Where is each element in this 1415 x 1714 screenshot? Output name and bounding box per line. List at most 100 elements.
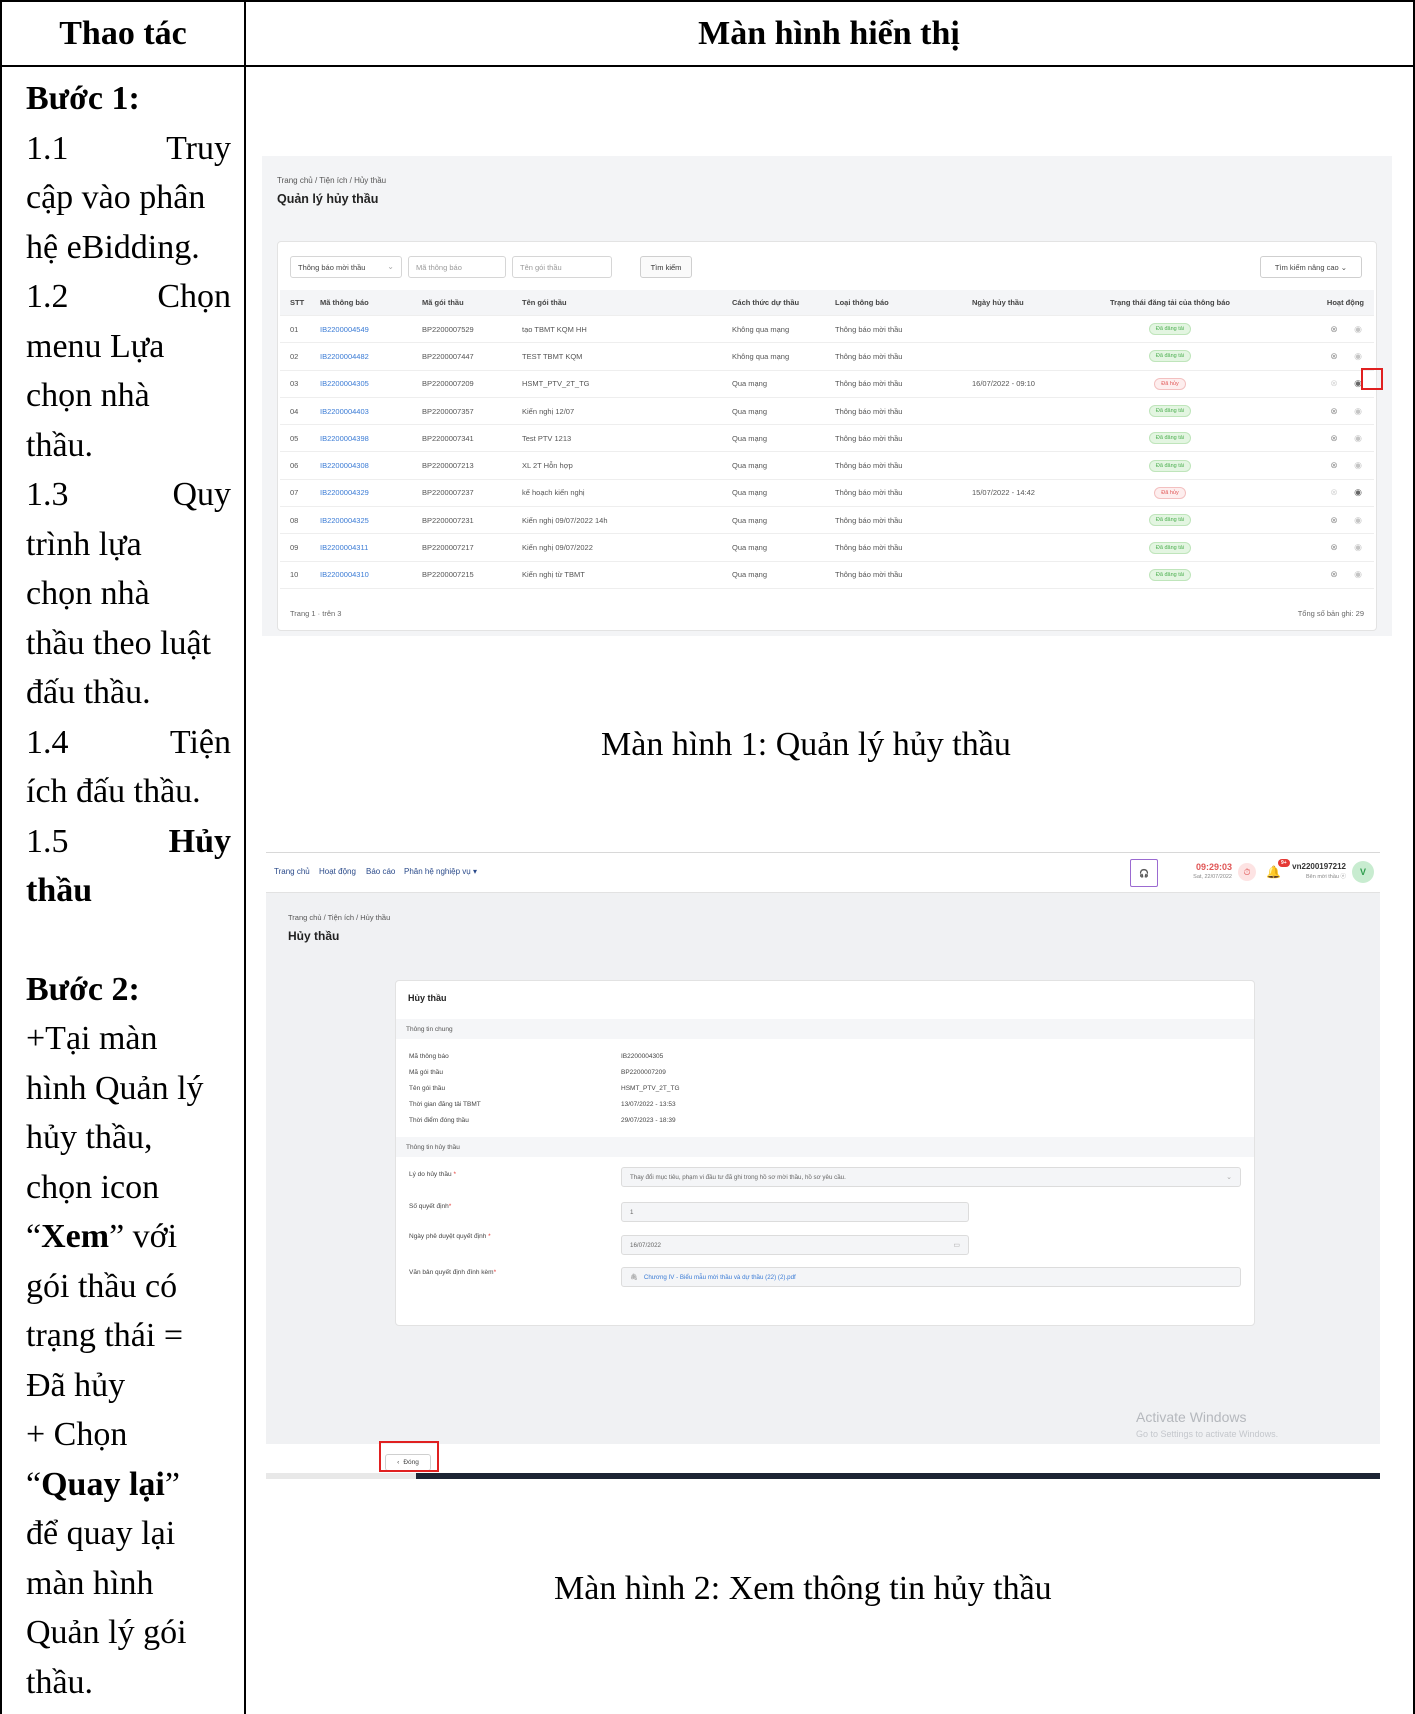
cell-ma-tb[interactable]: IB2200004305 <box>320 371 369 397</box>
cancel-detail-card: Hủy thầu Thông tin chung Mã thông báo IB… <box>395 980 1255 1326</box>
cell-stt: 03 <box>290 379 299 389</box>
view-eye-icon[interactable]: ◉ <box>1352 433 1364 444</box>
cell-ma-goi: BP2200007357 <box>422 406 474 416</box>
col-ten-goi-thau: Tên gói thầu <box>522 298 567 307</box>
nav-home[interactable]: Trang chủ <box>274 867 310 876</box>
cell-ten-goi: Kiến nghị 12/07 <box>522 406 575 416</box>
card-title: Hủy thầu <box>408 993 447 1003</box>
step1-3-text-2: chọn nhà <box>26 575 150 612</box>
view-eye-icon[interactable]: ◉ <box>1352 515 1364 526</box>
cell-cach-thuc: Qua mạng <box>732 379 768 389</box>
view-eye-icon[interactable]: ◉ <box>1352 351 1364 362</box>
section-general: Thông tin chung <box>396 1019 1254 1039</box>
notice-code-input[interactable]: Mã thông báo <box>408 256 506 278</box>
step2-text-6: gói thầu có <box>26 1267 178 1305</box>
step1-3-text: trình lựa <box>26 525 142 563</box>
table-row: 05 IB2200004398 BP2200007341 Test PTV 1213 Q… <box>280 425 1374 453</box>
view-eye-icon[interactable]: ◉ <box>1352 569 1364 580</box>
cell-ten-goi: XL 2T Hỗn hợp <box>522 461 573 471</box>
step2-text-4: chọn icon <box>26 1168 160 1206</box>
cell-ma-tb[interactable]: IB2200004329 <box>320 480 369 506</box>
approval-date-input[interactable]: 16/07/2022 ▭ <box>621 1235 969 1255</box>
reason-select[interactable]: Thay đổi mục tiêu, phạm vi đầu tư đã ghi… <box>621 1167 1241 1187</box>
search-button[interactable]: Tìm kiếm <box>640 256 692 278</box>
cancel-icon[interactable]: ⊗ <box>1328 378 1340 389</box>
cancel-icon[interactable]: ⊗ <box>1328 460 1340 471</box>
value-thoi-diem-dong-thau: 29/07/2023 - 18:39 <box>621 1117 676 1124</box>
session-clock: 09:29:03 Sat, 22/07/2022 <box>1193 862 1232 880</box>
step1-4-line: 1.4 Tiện <box>26 723 231 761</box>
cell-cach-thuc: Không qua mạng <box>732 324 790 334</box>
chevron-down-icon: ⌄ <box>387 262 394 271</box>
cell-ma-goi: BP2200007209 <box>422 379 474 389</box>
table-row: 02 IB2200004482 BP2200007447 TEST TBMT KQM K… <box>280 343 1374 371</box>
nav-module[interactable]: Phân hệ nghiệp vụ ▾ <box>404 867 477 876</box>
nav-activity[interactable]: Hoạt động <box>319 867 356 876</box>
cancel-icon[interactable]: ⊗ <box>1328 406 1340 417</box>
table-row: 10 IB2200004310 BP2200007215 Kiến nghị từ T… <box>280 562 1374 589</box>
col-cach-thuc: Cách thức dự thầu <box>732 298 800 307</box>
package-name-input[interactable]: Tên gói thầu <box>512 256 612 278</box>
label-so-quyet-dinh: Số quyết định* <box>409 1203 452 1210</box>
cell-stt: 09 <box>290 543 299 553</box>
cell-ma-tb[interactable]: IB2200004482 <box>320 343 369 369</box>
col-ngay-huy: Ngày hủy thầu <box>972 298 1024 307</box>
table-header-divider <box>0 65 1415 67</box>
value-ma-goi-thau: BP2200007209 <box>621 1069 666 1076</box>
decision-number-input[interactable]: 1 <box>621 1202 969 1222</box>
label-ma-thong-bao: Mã thông báo <box>409 1053 449 1060</box>
cell-ma-tb[interactable]: IB2200004549 <box>320 316 369 342</box>
cancel-icon[interactable]: ⊗ <box>1328 569 1340 580</box>
notice-type-select[interactable]: Thông báo mời thầu ⌄ <box>290 256 402 278</box>
cell-cach-thuc: Không qua mạng <box>732 351 790 361</box>
cancel-icon[interactable]: ⊗ <box>1328 324 1340 335</box>
pagination[interactable]: Trang 1 · trên 3 <box>290 609 341 618</box>
cancel-icon[interactable]: ⊗ <box>1328 433 1340 444</box>
total-records: Tổng số bản ghi: 29 <box>1297 609 1364 618</box>
view-eye-icon[interactable]: ◉ <box>1352 406 1364 417</box>
cancel-table: STT Mã thông báo Mã gói thầu Tên gói thầ… <box>280 290 1374 589</box>
close-button-highlight <box>379 1441 439 1472</box>
cancel-icon[interactable]: ⊗ <box>1328 542 1340 553</box>
cancel-icon[interactable]: ⊗ <box>1328 515 1340 526</box>
table-row: 06 IB2200004308 BP2200007213 XL 2T Hỗn hợp Q… <box>280 452 1374 480</box>
section-cancel-info: Thông tin hủy thầu <box>396 1137 1254 1157</box>
cancel-icon[interactable]: ⊗ <box>1328 351 1340 362</box>
cell-cach-thuc: Qua mạng <box>732 543 768 553</box>
page-title: Hủy thầu <box>288 929 340 943</box>
cell-ma-tb[interactable]: IB2200004403 <box>320 398 369 424</box>
status-badge: Đã đăng tải <box>1148 459 1192 472</box>
user-info[interactable]: vn2200197212 Bên mời thầu ⓔ <box>1286 862 1346 882</box>
headset-icon[interactable]: 🎧 <box>1130 859 1158 887</box>
avatar[interactable]: V <box>1352 861 1374 883</box>
cell-stt: 02 <box>290 351 299 361</box>
table-row: 08 IB2200004325 BP2200007231 Kiến nghị 09/0… <box>280 507 1374 535</box>
bell-icon[interactable]: 🔔 <box>1266 865 1281 879</box>
label-van-ban-dinh-kem: Văn bản quyết định đính kèm* <box>409 1269 497 1276</box>
alarm-icon[interactable]: ⏱ <box>1238 863 1256 881</box>
cell-ma-tb[interactable]: IB2200004311 <box>320 534 368 560</box>
status-badge: Đã hủy <box>1154 377 1186 390</box>
view-eye-icon[interactable]: ◉ <box>1352 460 1364 471</box>
step2-text-7: trạng thái = <box>26 1317 184 1354</box>
attachment-field[interactable]: 🖇 Chương IV - Biểu mẫu mời thầu và dự th… <box>621 1267 1241 1287</box>
cell-ma-tb[interactable]: IB2200004308 <box>320 452 369 478</box>
attachment-link[interactable]: Chương IV - Biểu mẫu mời thầu và dự thầu… <box>644 1274 796 1281</box>
step1-2-text: menu Lựa <box>26 327 165 365</box>
cell-ma-tb[interactable]: IB2200004310 <box>320 562 369 588</box>
table-row: 01 IB2200004549 BP2200007529 tạo TBMT KQM H… <box>280 316 1374 344</box>
breadcrumb: Trang chủ / Tiện ích / Hủy thầu <box>277 176 387 185</box>
step1-1-text-2: hệ eBidding. <box>26 228 200 266</box>
view-eye-icon[interactable]: ◉ <box>1352 324 1364 335</box>
view-eye-icon[interactable]: ◉ <box>1352 542 1364 553</box>
cell-stt: 10 <box>290 570 299 580</box>
calendar-icon: ▭ <box>953 1242 960 1249</box>
cell-ma-tb[interactable]: IB2200004325 <box>320 507 369 533</box>
cell-ma-tb[interactable]: IB2200004398 <box>320 425 369 451</box>
nav-report[interactable]: Báo cáo <box>366 867 395 876</box>
screenshot-xem-huy-thau: Trang chủ Hoạt động Báo cáo Phân hệ nghi… <box>266 852 1380 1479</box>
advanced-search-button[interactable]: Tìm kiếm nâng cao ⌄ <box>1260 256 1362 278</box>
cancel-icon[interactable]: ⊗ <box>1328 487 1340 498</box>
cell-ten-goi: Kiến nghị 09/07/2022 <box>522 543 593 553</box>
view-eye-icon[interactable]: ◉ <box>1352 487 1364 498</box>
